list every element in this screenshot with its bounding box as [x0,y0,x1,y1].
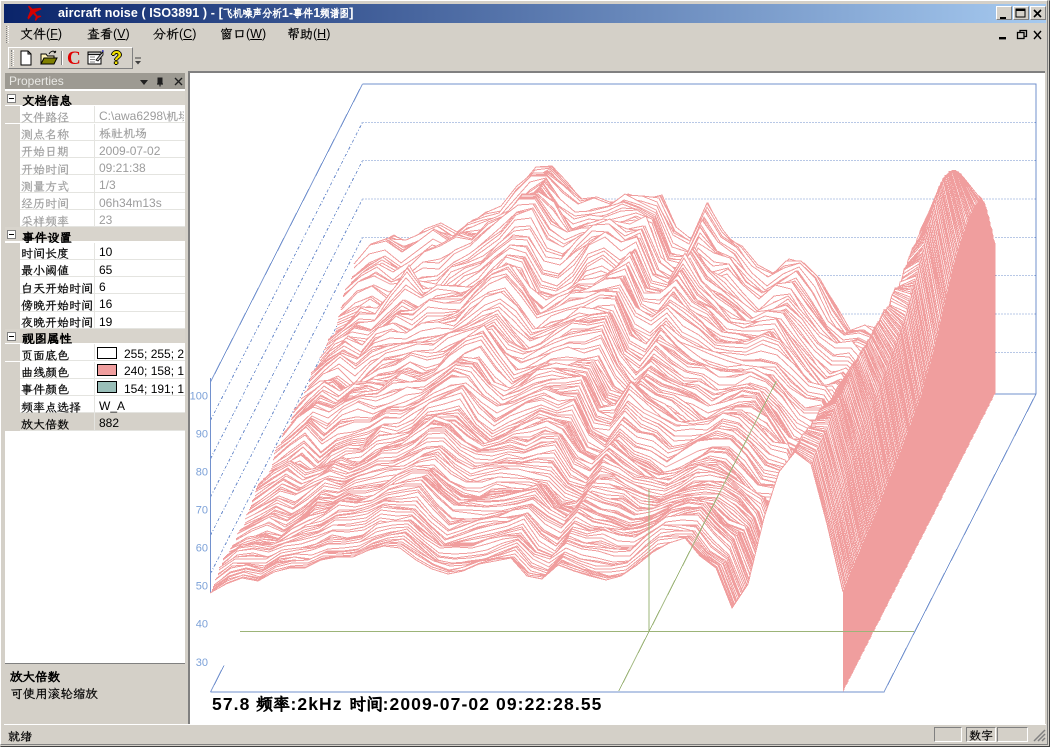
svg-text:70: 70 [196,505,208,517]
svg-text:60: 60 [196,543,208,555]
svg-text:90: 90 [196,429,208,441]
svg-text:100: 100 [190,391,208,403]
svg-text:30: 30 [196,657,208,669]
svg-text:50: 50 [196,581,208,593]
svg-text:80: 80 [196,467,208,479]
svg-text:40: 40 [196,619,208,631]
